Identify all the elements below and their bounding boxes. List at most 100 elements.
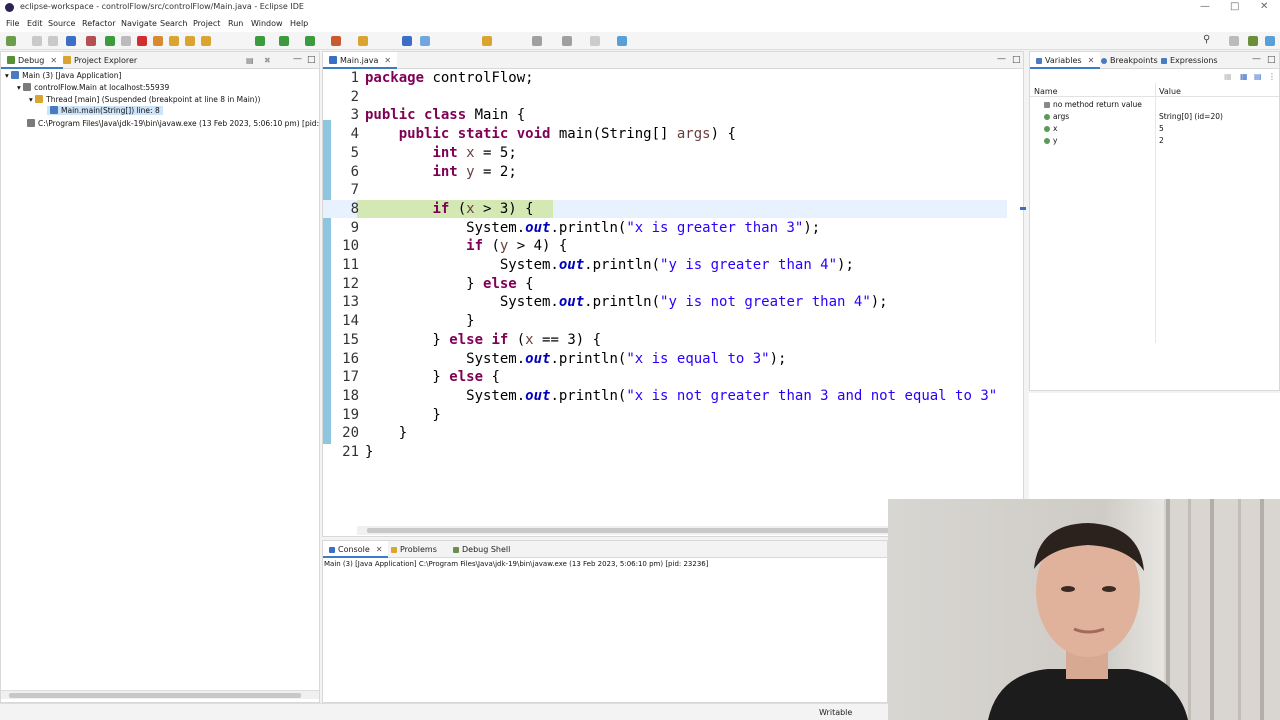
thread-label: Thread [main] (Suspended (breakpoint at … [46, 95, 261, 104]
minimize-icon[interactable]: — [1200, 1, 1210, 12]
column-name-header[interactable]: Name [1034, 87, 1058, 96]
tab-main-java[interactable]: Main.java ✕ [323, 52, 398, 69]
forward-icon[interactable] [590, 36, 600, 46]
open-type-icon[interactable] [402, 36, 412, 46]
open-perspective-icon[interactable] [1229, 36, 1239, 46]
menu-window[interactable]: Window [251, 19, 283, 28]
writable-status: Writable [819, 708, 853, 717]
close-tab-icon[interactable]: ✕ [1088, 56, 1095, 65]
step-return-icon[interactable] [201, 36, 211, 46]
variable-value: String[0] (id=20) [1159, 112, 1223, 121]
coverage-icon[interactable] [305, 36, 315, 46]
variable-row[interactable]: no method return value [1044, 100, 1142, 109]
debug-view: Debug ✕ Project Explorer ▤ ✖ — □ ▾ Main (… [0, 51, 320, 703]
menu-search[interactable]: Search [160, 19, 187, 28]
tree-stack-frame[interactable]: Main.main(String[]) line: 8 [47, 106, 163, 115]
tree-target[interactable]: ▾ controlFlow.Main at localhost:55939 [17, 83, 169, 92]
horizontal-scrollbar[interactable] [1, 690, 319, 699]
save-all-icon[interactable] [48, 36, 58, 46]
new-java-project-icon[interactable] [358, 36, 368, 46]
console-output[interactable] [323, 570, 887, 702]
tab-expressions[interactable]: Expressions [1155, 52, 1224, 69]
tab-problems[interactable]: Problems [385, 541, 443, 558]
thread-suspended-icon [35, 95, 44, 103]
tab-console[interactable]: Console ✕ [323, 541, 389, 558]
minimize-editor-icon[interactable]: — [997, 54, 1006, 64]
show-type-names-icon[interactable]: ▦ [1224, 72, 1232, 81]
console-process-label: Main (3) [Java Application] C:\Program F… [324, 560, 709, 568]
run-icon[interactable] [279, 36, 289, 46]
new-icon[interactable] [6, 36, 16, 46]
terminate-icon[interactable] [137, 36, 147, 46]
tree-thread[interactable]: ▾ Thread [main] (Suspended (breakpoint a… [29, 95, 260, 104]
next-annotation-icon[interactable] [482, 36, 492, 46]
step-into-icon[interactable] [169, 36, 179, 46]
variable-detail-pane[interactable] [1029, 393, 1280, 499]
close-window-icon[interactable]: ✕ [1260, 1, 1268, 12]
menu-help[interactable]: Help [290, 19, 308, 28]
minimize-view-icon[interactable]: — [1252, 54, 1261, 64]
debug-view-tabs: Debug ✕ Project Explorer ▤ ✖ — □ [1, 52, 319, 69]
debug-icon[interactable] [255, 36, 265, 46]
line-number: 17 [342, 369, 359, 386]
debug-perspective-icon[interactable] [1265, 36, 1275, 46]
overview-ruler-marker[interactable] [1020, 207, 1026, 210]
editor-horizontal-scrollbar[interactable] [357, 526, 912, 535]
tab-debug[interactable]: Debug ✕ [1, 52, 64, 69]
toggle-breakpoint-icon[interactable] [66, 36, 76, 46]
code-line: 19 } [331, 406, 1015, 425]
minimize-view-icon[interactable]: — [293, 54, 302, 64]
maximize-view-icon[interactable]: □ [1267, 55, 1276, 65]
mark-occurrences-icon[interactable] [420, 36, 430, 46]
tab-debug-shell[interactable]: Debug Shell [447, 541, 516, 558]
maximize-icon[interactable]: □ [1230, 1, 1239, 12]
code-line: 13 System.out.println("y is not greater … [331, 293, 1015, 312]
close-tab-icon[interactable]: ✕ [384, 56, 391, 65]
tab-variables[interactable]: Variables ✕ [1030, 52, 1101, 69]
scrollbar-thumb[interactable] [9, 693, 301, 698]
last-edit-icon[interactable] [532, 36, 542, 46]
pin-editor-icon[interactable] [617, 36, 627, 46]
external-tools-icon[interactable] [331, 36, 341, 46]
show-logical-structure-icon[interactable]: ▦ [1240, 72, 1248, 81]
tab-breakpoints[interactable]: Breakpoints [1095, 52, 1164, 69]
resume-icon[interactable] [105, 36, 115, 46]
view-menu-icon[interactable]: ▤ [246, 56, 254, 65]
close-tab-icon[interactable]: ✕ [376, 545, 383, 554]
tree-process[interactable]: C:\Program Files\Java\jdk-19\bin\javaw.e… [27, 119, 319, 128]
variable-row[interactable]: y [1044, 136, 1057, 145]
tree-launch[interactable]: ▾ Main (3) [Java Application] [5, 71, 121, 80]
suspend-icon[interactable] [121, 36, 131, 46]
skip-breakpoints-icon[interactable] [86, 36, 96, 46]
menu-project[interactable]: Project [193, 19, 220, 28]
save-icon[interactable] [32, 36, 42, 46]
column-divider[interactable] [1155, 83, 1156, 343]
collapse-all-icon[interactable]: ▤ [1254, 72, 1262, 81]
variables-header: Name Value [1030, 83, 1279, 343]
line-number: 5 [350, 144, 359, 161]
menu-edit[interactable]: Edit [27, 19, 43, 28]
eclipse-icon [5, 3, 14, 12]
menu-run[interactable]: Run [228, 19, 243, 28]
menu-file[interactable]: File [6, 19, 19, 28]
step-over-icon[interactable] [185, 36, 195, 46]
scrollbar-thumb[interactable] [367, 528, 907, 533]
code-area[interactable]: 1 package controlFlow; 2 3 public class Ma… [331, 69, 1015, 524]
close-tab-icon[interactable]: ✕ [50, 56, 57, 65]
disconnect-icon[interactable] [153, 36, 163, 46]
maximize-editor-icon[interactable]: □ [1012, 55, 1021, 65]
remove-terminated-icon[interactable]: ✖ [264, 56, 271, 65]
java-perspective-icon[interactable] [1248, 36, 1258, 46]
menu-navigate[interactable]: Navigate [121, 19, 157, 28]
variable-row[interactable]: args [1044, 112, 1069, 121]
variable-value: 2 [1159, 136, 1164, 145]
search-icon[interactable]: ⚲ [1203, 34, 1213, 45]
menu-source[interactable]: Source [48, 19, 75, 28]
menu-refactor[interactable]: Refactor [82, 19, 116, 28]
back-icon[interactable] [562, 36, 572, 46]
tab-project-explorer[interactable]: Project Explorer [57, 52, 143, 69]
variable-row[interactable]: x [1044, 124, 1057, 133]
maximize-view-icon[interactable]: □ [307, 55, 316, 65]
view-menu-icon[interactable]: ⋮ [1268, 72, 1276, 81]
column-value-header[interactable]: Value [1159, 87, 1181, 96]
